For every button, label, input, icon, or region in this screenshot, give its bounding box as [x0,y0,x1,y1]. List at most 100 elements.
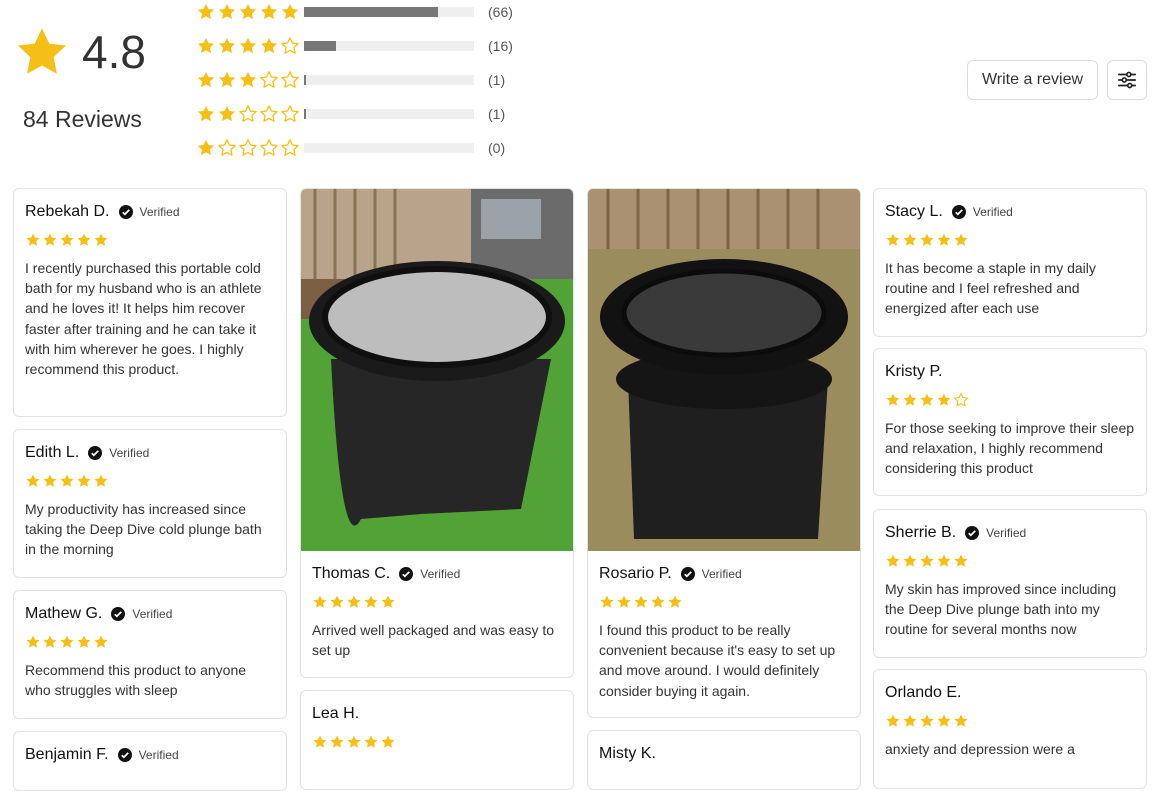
review-text: Recommend this product to anyone who str… [25,662,247,699]
distribution-bar-fill [304,41,336,51]
star-filled-icon [218,3,236,20]
distribution-bar [304,109,474,119]
star-empty-icon [239,105,257,122]
star-filled-icon [920,393,934,406]
review-photo[interactable] [301,189,573,551]
verified-check-icon [111,607,126,621]
distribution-row-1[interactable]: (0) [196,136,505,160]
review-card[interactable]: Orlando E. anxiety and depression were a [873,669,1147,789]
star-rating [599,594,849,610]
distribution-bar [304,75,474,85]
distribution-row-2[interactable]: (1) [196,102,505,126]
star-rating [885,553,1135,569]
star-rating [25,634,275,650]
star-filled-icon [903,554,917,567]
distribution-bar [304,7,474,17]
review-photo[interactable] [588,189,860,551]
star-empty-icon [260,139,278,156]
star-empty-icon [954,392,968,407]
star-filled-icon [937,714,951,727]
star-empty-icon [281,105,299,122]
star-filled-icon [239,71,257,88]
star-empty-icon [239,139,257,156]
star-filled-icon [94,635,108,648]
star-filled-icon [886,554,900,567]
review-card[interactable]: Lea H. [300,690,574,790]
star-filled-icon [937,393,951,406]
star-filled-icon [903,393,917,406]
star-rating [885,392,1135,408]
star-filled-icon [197,37,215,54]
reviewer-name: Sherrie B. [885,524,957,541]
review-card[interactable]: Misty K. [587,730,861,790]
star-filled-icon [260,3,278,20]
star-filled-icon [651,595,665,608]
star-filled-icon [381,735,395,748]
review-card[interactable]: Edith L. Verified My productivity has in… [13,429,287,578]
star-filled-icon [313,735,327,748]
verified-check-icon [399,567,414,581]
reviewer-name: Thomas C. [312,565,391,582]
star-rating [196,36,302,56]
distribution-bar [304,143,474,153]
star-rating [25,232,275,248]
star-filled-icon [43,233,57,246]
star-filled-icon [330,735,344,748]
review-card[interactable]: Mathew G. Verified Recommend this produc… [13,590,287,719]
star-filled-icon [920,554,934,567]
star-filled-icon [954,554,968,567]
star-rating [312,594,562,610]
star-empty-icon [281,71,299,88]
star-filled-icon [920,233,934,246]
star-filled-icon [903,233,917,246]
star-filled-icon [347,735,361,748]
star-rating [196,104,302,124]
review-card[interactable]: Thomas C. Verified Arrived well packaged… [300,188,574,678]
star-filled-icon [218,105,236,122]
review-card[interactable]: Stacy L. Verified It has become a staple… [873,188,1147,337]
filter-button[interactable] [1107,60,1147,100]
review-card[interactable]: Kristy P. For those seeking to improve t… [873,348,1147,496]
review-card[interactable]: Sherrie B. Verified My skin has improved… [873,509,1147,658]
star-filled-icon [886,233,900,246]
star-filled-icon [43,474,57,487]
distribution-row-3[interactable]: (1) [196,68,505,92]
distribution-count: (1) [488,106,506,122]
review-text: I found this product to be really conven… [599,622,836,699]
star-filled-icon [886,714,900,727]
reviewer-name: Benjamin F. [25,746,109,763]
write-review-button[interactable]: Write a review [967,60,1098,100]
review-text: My skin has improved since including the… [885,581,1117,638]
rating-summary: 4.8 84 Reviews (66) (16) (1) (1) (0) Wri… [14,0,1158,170]
star-filled-icon [347,595,361,608]
star-filled-icon [60,474,74,487]
review-card[interactable]: Rosario P. Verified I found this product… [587,188,861,718]
star-filled-icon [77,474,91,487]
review-text: Arrived well packaged and was easy to se… [312,622,555,659]
reviewer-name: Misty K. [599,745,656,762]
verified-label: Verified [972,205,1013,219]
average-rating: 4.8 [82,26,146,78]
verified-check-icon [965,526,980,540]
reviewer-name: Mathew G. [25,605,103,622]
star-filled-icon [634,595,648,608]
star-rating [885,232,1135,248]
star-filled-icon [60,233,74,246]
distribution-row-4[interactable]: (16) [196,34,513,58]
verified-check-icon [118,205,133,219]
star-filled-icon [903,714,917,727]
star-rating [196,138,302,158]
star-filled-icon [381,595,395,608]
star-filled-icon [260,37,278,54]
review-text: My productivity has increased since taki… [25,501,262,558]
star-filled-icon [239,37,257,54]
star-filled-icon [364,595,378,608]
verified-check-icon [88,446,103,460]
star-filled-icon [954,714,968,727]
distribution-row-5[interactable]: (66) [196,0,513,24]
star-empty-icon [281,37,299,54]
verified-label: Verified [701,567,742,581]
review-card[interactable]: Rebekah D. Verified I recently purchased… [13,188,287,417]
review-card[interactable]: Benjamin F. Verified [13,731,287,791]
reviewer-name: Edith L. [25,444,80,461]
